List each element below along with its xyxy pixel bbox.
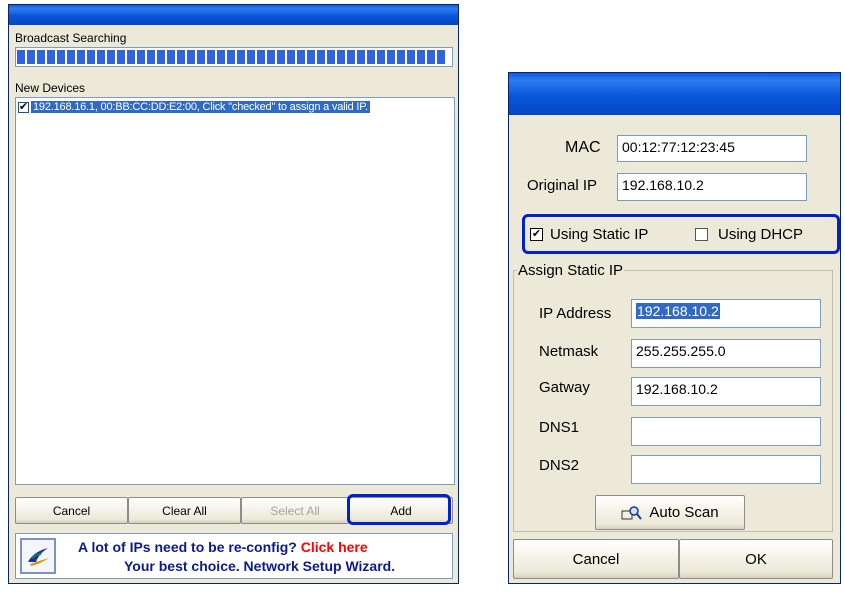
bird-icon	[28, 548, 49, 566]
progress-segment	[157, 50, 165, 64]
broadcast-progress-bar	[15, 47, 453, 67]
progress-segment	[167, 50, 175, 64]
device-list[interactable]: ✔ 192.168.16.1, 00:BB:CC:DD:E2:00, Click…	[15, 97, 455, 485]
ok-button[interactable]: OK	[679, 539, 833, 579]
auto-scan-label: Auto Scan	[649, 504, 719, 521]
progress-segment	[87, 50, 95, 64]
gateway-label: Gatway	[539, 379, 590, 396]
dhcp-label[interactable]: Using DHCP	[718, 226, 803, 243]
checkmark-icon: ✔	[18, 100, 29, 113]
dhcp-checkbox[interactable]	[695, 228, 708, 241]
progress-segment	[367, 50, 375, 64]
progress-segment	[17, 50, 25, 64]
progress-segment	[427, 50, 435, 64]
progress-segment	[107, 50, 115, 64]
progress-segment	[327, 50, 335, 64]
progress-segment	[407, 50, 415, 64]
auto-scan-button[interactable]: Auto Scan	[595, 495, 745, 530]
progress-segment	[377, 50, 385, 64]
cancel-button[interactable]: Cancel	[513, 539, 679, 579]
netmask-label: Netmask	[539, 343, 599, 360]
ip-config-window: MAC 00:12:77:12:23:45 Original IP 192.16…	[508, 72, 841, 584]
list-item[interactable]: ✔ 192.168.16.1, 00:BB:CC:DD:E2:00, Click…	[18, 100, 370, 114]
progress-segment	[37, 50, 45, 64]
progress-segment	[67, 50, 75, 64]
click-here-link[interactable]: Click here	[301, 539, 368, 555]
clear-all-button[interactable]: Clear All	[128, 497, 241, 524]
progress-segment	[337, 50, 345, 64]
progress-segment	[197, 50, 205, 64]
progress-segment	[97, 50, 105, 64]
broadcast-label: Broadcast Searching	[15, 31, 127, 45]
ip-address-field[interactable]: 192.168.10.2	[631, 299, 821, 328]
progress-segment	[417, 50, 425, 64]
progress-segment	[437, 50, 445, 64]
progress-segment	[137, 50, 145, 64]
progress-segment	[27, 50, 35, 64]
wizard-banner[interactable]: A lot of IPs need to be re-config? Click…	[15, 533, 453, 579]
progress-segment	[217, 50, 225, 64]
progress-segment	[247, 50, 255, 64]
dns1-label: DNS1	[539, 419, 580, 436]
progress-segment	[187, 50, 195, 64]
progress-segment	[397, 50, 405, 64]
progress-segment	[47, 50, 55, 64]
add-button-highlight	[347, 494, 451, 525]
progress-segment	[77, 50, 85, 64]
progress-segment	[317, 50, 325, 64]
progress-segment	[257, 50, 265, 64]
progress-segment	[357, 50, 365, 64]
mac-label: MAC	[565, 139, 601, 156]
progress-segment	[297, 50, 305, 64]
static-ip-checkbox[interactable]: ✔	[530, 228, 543, 241]
progress-segment	[117, 50, 125, 64]
device-search-window: Broadcast Searching New Devices ✔ 192.16…	[8, 4, 459, 584]
banner-line-1: A lot of IPs need to be re-config? Click…	[78, 539, 368, 555]
new-devices-label: New Devices	[15, 81, 86, 95]
gateway-field[interactable]: 192.168.10.2	[631, 377, 821, 406]
cancel-button[interactable]: Cancel	[15, 497, 128, 524]
progress-segment	[307, 50, 315, 64]
magnifier-icon	[621, 505, 643, 520]
dns2-label: DNS2	[539, 457, 580, 474]
mac-field[interactable]: 00:12:77:12:23:45	[617, 135, 807, 162]
static-ip-label[interactable]: Using Static IP	[550, 226, 648, 243]
checkmark-icon: ✔	[531, 228, 542, 240]
select-all-button[interactable]: Select All	[241, 497, 349, 524]
progress-segment	[177, 50, 185, 64]
progress-segment	[227, 50, 235, 64]
dns2-field[interactable]	[631, 455, 821, 484]
device-item-text: 192.168.16.1, 00:BB:CC:DD:E2:00, Click "…	[31, 101, 370, 113]
progress-segment	[57, 50, 65, 64]
progress-segment	[287, 50, 295, 64]
original-ip-field[interactable]: 192.168.10.2	[617, 173, 807, 201]
title-bar[interactable]	[509, 73, 840, 115]
banner-tagline: Your best choice. Network Setup Wizard.	[124, 558, 396, 574]
ip-address-label: IP Address	[539, 305, 612, 322]
original-ip-label: Original IP	[527, 177, 598, 194]
progress-segment	[147, 50, 155, 64]
netmask-field[interactable]: 255.255.255.0	[631, 339, 821, 368]
progress-segment	[237, 50, 245, 64]
progress-segment	[207, 50, 215, 64]
group-title: Assign Static IP	[517, 262, 625, 279]
wizard-logo	[20, 538, 56, 574]
title-bar[interactable]	[9, 5, 458, 25]
progress-segment	[387, 50, 395, 64]
progress-segment	[277, 50, 285, 64]
banner-question: A lot of IPs need to be re-config?	[78, 539, 297, 555]
progress-segment	[347, 50, 355, 64]
device-checkbox[interactable]: ✔	[18, 100, 29, 113]
ip-address-value: 192.168.10.2	[636, 303, 720, 319]
dns1-field[interactable]	[631, 417, 821, 446]
progress-segment	[267, 50, 275, 64]
progress-segment	[127, 50, 135, 64]
